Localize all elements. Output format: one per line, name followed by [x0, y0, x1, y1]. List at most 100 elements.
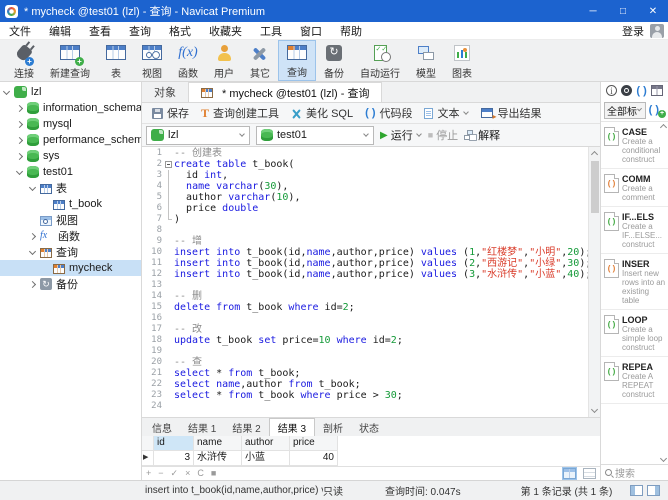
- toggle-left-pane-icon[interactable]: [630, 485, 643, 496]
- snippet-search[interactable]: 搜索: [601, 464, 668, 480]
- tree-item-performance_schema[interactable]: performance_schema: [0, 132, 141, 148]
- menu-item-1[interactable]: 编辑: [40, 23, 80, 39]
- result-tab-状态[interactable]: 状态: [351, 418, 387, 436]
- tree-expander-icon[interactable]: [3, 87, 10, 94]
- explain-button[interactable]: 解释: [464, 127, 500, 143]
- code-area[interactable]: 1-- 创建表2create table t_book(3 id int,4 n…: [142, 147, 588, 417]
- record-icon[interactable]: [621, 85, 632, 96]
- tree-item-视图[interactable]: 视图: [0, 212, 141, 228]
- cancel-icon[interactable]: ×: [185, 468, 190, 479]
- editor-scrollbar[interactable]: [588, 147, 600, 417]
- toolbar-user[interactable]: 用户: [206, 40, 242, 81]
- menu-item-5[interactable]: 收藏夹: [200, 23, 251, 39]
- export-result-button[interactable]: 导出结果: [477, 105, 545, 121]
- result-tab-结果 3[interactable]: 结果 3: [269, 418, 315, 436]
- menu-item-0[interactable]: 文件: [0, 23, 40, 39]
- login-button[interactable]: 登录: [622, 23, 644, 39]
- tree-item-查询[interactable]: 查询: [0, 244, 141, 260]
- tab-query-mycheck[interactable]: * mycheck @test01 (lzl) - 查询: [188, 82, 382, 102]
- beautify-sql-button[interactable]: 美化 SQL: [287, 105, 357, 121]
- tree-expander-icon[interactable]: [16, 167, 23, 174]
- run-button[interactable]: ▶ 运行: [380, 127, 422, 143]
- query-builder-button[interactable]: T 查询创建工具: [197, 105, 283, 121]
- connection-select[interactable]: lzl: [146, 126, 250, 145]
- tree-expander-icon[interactable]: [16, 136, 23, 143]
- form-view-icon[interactable]: [583, 468, 596, 479]
- snippet-item-CASE[interactable]: ( )CASECreate a conditional construct: [601, 122, 668, 169]
- tree-item-mysql[interactable]: mysql: [0, 116, 141, 132]
- tree-expander-icon[interactable]: [16, 120, 23, 127]
- new-snippet-button[interactable]: ( ): [649, 104, 665, 116]
- tree-expander-icon[interactable]: [16, 104, 23, 111]
- toolbar-view[interactable]: 视图: [134, 40, 170, 81]
- toolbar-others[interactable]: 其它: [242, 40, 278, 81]
- snippet-item-REPEA[interactable]: ( )REPEACreate A REPEAT construct: [601, 357, 668, 404]
- cell-author[interactable]: 小蓝: [242, 451, 290, 466]
- snippet-item-IF...ELS[interactable]: ( )IF...ELSCreate a IF...ELSE... constru…: [601, 207, 668, 254]
- database-select[interactable]: test01: [256, 126, 374, 145]
- cell-id[interactable]: 3: [154, 451, 194, 466]
- toggle-right-pane-icon[interactable]: [647, 485, 660, 496]
- list-scroll-down-icon[interactable]: [660, 455, 667, 462]
- table-row[interactable]: ▶3水浒传小蓝40: [142, 451, 600, 466]
- snippets-tab-icon[interactable]: ( ): [636, 85, 646, 97]
- add-record-icon[interactable]: +: [146, 468, 151, 479]
- menu-item-6[interactable]: 工具: [251, 23, 291, 39]
- menu-item-2[interactable]: 查看: [80, 23, 120, 39]
- toolbar-query[interactable]: 查询: [278, 40, 316, 81]
- toolbar-new-query[interactable]: +新建查询: [42, 40, 98, 81]
- apply-icon[interactable]: ✓: [171, 468, 179, 479]
- refresh-icon[interactable]: C: [197, 468, 204, 479]
- minimize-button[interactable]: ─: [578, 0, 608, 22]
- column-header-price[interactable]: price: [290, 436, 338, 451]
- tree-item-mycheck[interactable]: mycheck: [0, 260, 141, 276]
- menu-item-7[interactable]: 窗口: [291, 23, 331, 39]
- menu-item-3[interactable]: 查询: [120, 23, 160, 39]
- tree-item-函数[interactable]: fx函数: [0, 228, 141, 244]
- fold-gutter[interactable]: [162, 159, 174, 170]
- tree-expander-icon[interactable]: [29, 232, 36, 239]
- result-tab-信息[interactable]: 信息: [144, 418, 180, 436]
- snippet-item-LOOP[interactable]: ( )LOOPCreate a simple loop construct: [601, 310, 668, 357]
- tree-item-sys[interactable]: sys: [0, 148, 141, 164]
- tree-item-test01[interactable]: test01: [0, 164, 141, 180]
- code-snippet-button[interactable]: ( ) 代码段: [361, 105, 416, 121]
- cell-name[interactable]: 水浒传: [194, 451, 242, 466]
- toolbar-model[interactable]: 模型: [408, 40, 444, 81]
- tree-item-information_schema[interactable]: information_schema: [0, 100, 141, 116]
- toolbar-charts[interactable]: 图表: [444, 40, 480, 81]
- tree-item-t_book[interactable]: t_book: [0, 196, 141, 212]
- tree-expander-icon[interactable]: [29, 247, 36, 254]
- close-button[interactable]: ✕: [638, 0, 668, 22]
- stop-record-icon[interactable]: ■: [211, 468, 216, 479]
- snippet-item-INSER[interactable]: ( )INSERInsert new rows into an existing…: [601, 254, 668, 310]
- tree-item-表[interactable]: 表: [0, 180, 141, 196]
- tree-expander-icon[interactable]: [16, 152, 23, 159]
- tree-expander-icon[interactable]: [29, 183, 36, 190]
- cell-price[interactable]: 40: [290, 451, 338, 466]
- menu-item-4[interactable]: 格式: [160, 23, 200, 39]
- toolbar-connect[interactable]: +连接: [6, 40, 42, 81]
- snippet-item-COMM[interactable]: ( )COMMCreate a comment: [601, 169, 668, 207]
- scrollbar-thumb[interactable]: [591, 161, 599, 213]
- result-tab-结果 1[interactable]: 结果 1: [180, 418, 224, 436]
- tree-item-lzl[interactable]: lzl: [0, 84, 141, 100]
- sql-editor[interactable]: 1-- 创建表2create table t_book(3 id int,4 n…: [142, 147, 600, 417]
- maximize-button[interactable]: □: [608, 0, 638, 22]
- snippet-filter-select[interactable]: 全部标签: [604, 102, 646, 119]
- column-header-author[interactable]: author: [242, 436, 290, 451]
- menu-item-8[interactable]: 帮助: [331, 23, 371, 39]
- toolbar-backup[interactable]: ↻备份: [316, 40, 352, 81]
- toolbar-automation[interactable]: ✓✓自动运行: [352, 40, 408, 81]
- text-view-button[interactable]: 文本: [420, 105, 473, 121]
- result-tab-结果 2[interactable]: 结果 2: [224, 418, 268, 436]
- column-header-name[interactable]: name: [194, 436, 242, 451]
- result-tab-剖析[interactable]: 剖析: [315, 418, 351, 436]
- column-header-id[interactable]: id: [154, 436, 194, 451]
- tab-objects[interactable]: 对象: [142, 82, 188, 102]
- save-button[interactable]: 保存: [148, 105, 193, 121]
- tree-expander-icon[interactable]: [29, 280, 36, 287]
- user-avatar-icon[interactable]: [650, 24, 664, 38]
- delete-record-icon[interactable]: −: [158, 468, 163, 479]
- tree-item-备份[interactable]: ↻备份: [0, 276, 141, 292]
